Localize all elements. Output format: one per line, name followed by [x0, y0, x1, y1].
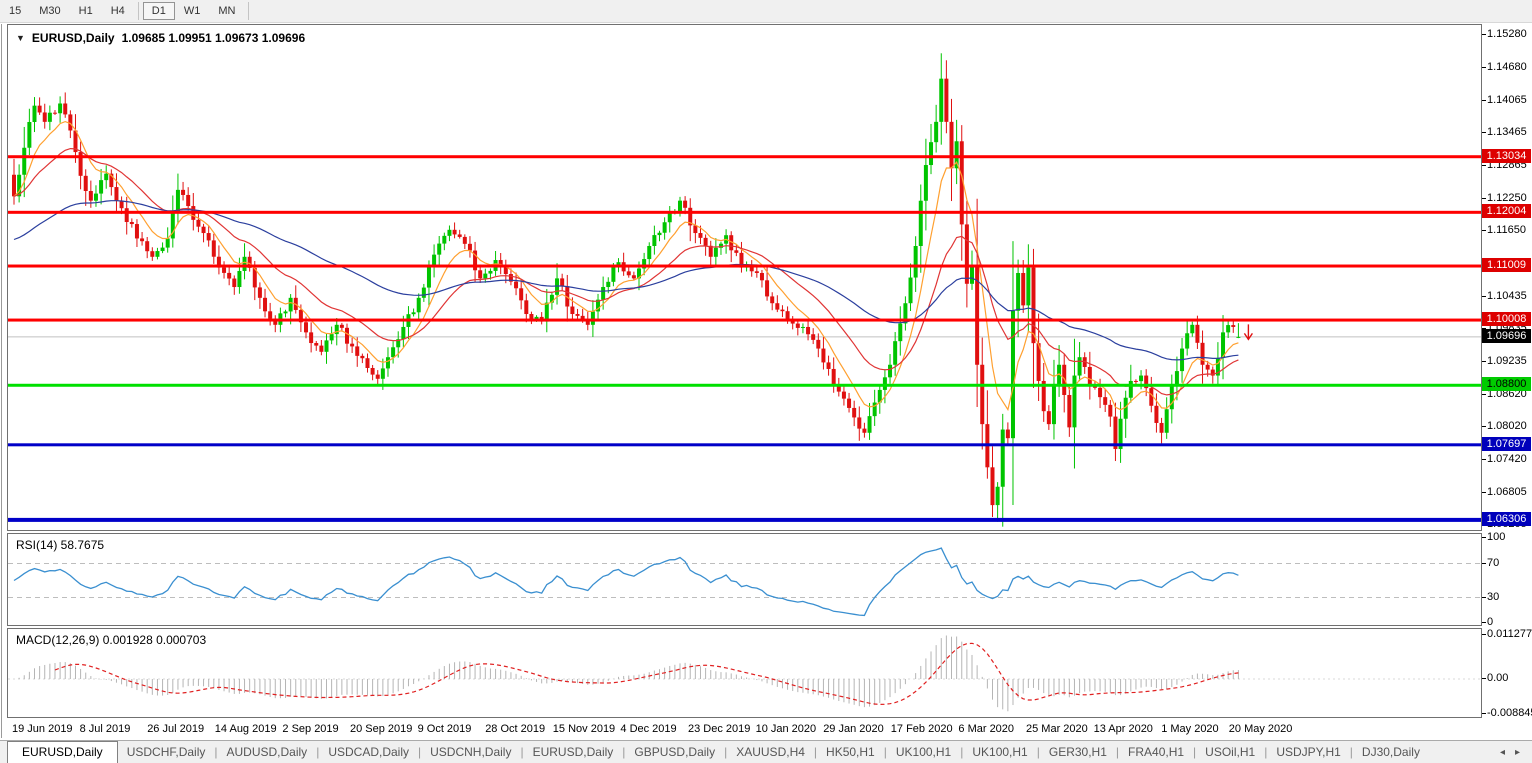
timeframe-M30[interactable]: M30 [30, 2, 69, 20]
timeframe-15[interactable]: 15 [0, 2, 30, 20]
date-label: 25 Mar 2020 [1026, 723, 1088, 735]
price-tick: 1.07420 [1487, 453, 1527, 465]
chart-symbol-label: EURUSD,Daily [32, 31, 115, 45]
tab-USDCAD-Daily-3[interactable]: USDCAD,Daily [319, 743, 418, 761]
price-tick: 1.15280 [1487, 28, 1527, 40]
date-label: 2 Sep 2019 [282, 723, 338, 735]
chart-title: ▼ EURUSD,Daily 1.09685 1.09951 1.09673 1… [16, 31, 305, 45]
date-label: 23 Dec 2019 [688, 723, 750, 735]
date-label: 10 Jan 2020 [756, 723, 817, 735]
price-chart-canvas[interactable] [8, 25, 1481, 530]
tab-USDCHF-Daily-1[interactable]: USDCHF,Daily [118, 743, 215, 761]
macd-tick: -0.008845 [1487, 707, 1532, 719]
rsi-line [14, 548, 1238, 615]
level-price-label: 1.13034 [1482, 149, 1531, 163]
tab-XAUUSD-H4-7[interactable]: XAUUSD,H4 [727, 743, 814, 761]
macd-label: MACD(12,26,9) 0.001928 0.000703 [16, 633, 206, 647]
ma-mid-line [14, 149, 1238, 395]
price-tick: 1.10435 [1487, 290, 1527, 302]
date-label: 4 Dec 2019 [620, 723, 676, 735]
date-label: 14 Aug 2019 [215, 723, 277, 735]
rsi-tick: 100 [1487, 531, 1505, 543]
price-axis: 1.152801.146801.140651.134651.128651.122… [1482, 0, 1532, 740]
macd-tick: 0.00 [1487, 672, 1508, 684]
date-axis: 19 Jun 2019 8 Jul 2019 26 Jul 2019 14 Aug 2… [7, 719, 1482, 739]
tab-scroll-arrows: ◂▸ [1500, 747, 1520, 758]
tab-UK100-H1-10[interactable]: UK100,H1 [963, 743, 1036, 761]
macd-signal-line [55, 643, 1238, 704]
timeframe-MN[interactable]: MN [209, 2, 244, 20]
level-price-label: 1.08800 [1482, 377, 1531, 391]
timeframe-D1[interactable]: D1 [143, 2, 175, 20]
rsi-panel[interactable]: RSI(14) 58.7675 [7, 533, 1482, 626]
date-label: 6 Mar 2020 [958, 723, 1014, 735]
macd-canvas[interactable] [8, 629, 1481, 717]
level-price-label: 1.11009 [1482, 258, 1531, 272]
level-lines [8, 155, 1481, 522]
rsi-canvas[interactable] [8, 534, 1481, 625]
date-label: 20 Sep 2019 [350, 723, 412, 735]
level-price-label: 1.12004 [1482, 204, 1531, 218]
current-price-label: 1.09696 [1482, 329, 1531, 343]
rsi-tick: 70 [1487, 557, 1499, 569]
window-left-border [1, 24, 2, 738]
date-label: 1 May 2020 [1161, 723, 1218, 735]
tab-HK50-H1-8[interactable]: HK50,H1 [817, 743, 884, 761]
price-tick: 1.14065 [1487, 94, 1527, 106]
price-tick: 1.06805 [1487, 486, 1527, 498]
level-price-label: 1.06306 [1482, 512, 1531, 526]
toolbar-separator [138, 2, 139, 20]
price-tick: 1.13465 [1487, 126, 1527, 138]
price-tick: 1.14680 [1487, 61, 1527, 73]
timeframe-H1[interactable]: H1 [70, 2, 102, 20]
tab-GBPUSD-Daily-6[interactable]: GBPUSD,Daily [625, 743, 724, 761]
timeframe-H4[interactable]: H4 [102, 2, 134, 20]
date-label: 19 Jun 2019 [12, 723, 73, 735]
timeframe-toolbar: 15M30H1H4 D1W1MN [0, 0, 1532, 23]
chart-tabs-bar: EURUSD,DailyUSDCHF,Daily|AUDUSD,Daily|US… [0, 740, 1532, 763]
date-label: 26 Jul 2019 [147, 723, 204, 735]
tab-USDJPY-H1-14[interactable]: USDJPY,H1 [1267, 743, 1349, 761]
tab-scroll-left-icon[interactable]: ◂ [1500, 747, 1505, 758]
tab-USDCNH-Daily-4[interactable]: USDCNH,Daily [421, 743, 520, 761]
rsi-label: RSI(14) 58.7675 [16, 538, 104, 552]
price-tick: 1.11650 [1487, 224, 1526, 236]
tab-EURUSD-Daily-0[interactable]: EURUSD,Daily [7, 741, 118, 763]
price-chart-panel[interactable]: ▼ EURUSD,Daily 1.09685 1.09951 1.09673 1… [7, 24, 1482, 531]
date-label: 20 May 2020 [1229, 723, 1293, 735]
date-label: 15 Nov 2019 [553, 723, 615, 735]
level-price-label: 1.10008 [1482, 312, 1531, 326]
chart-ohlc-values: 1.09685 1.09951 1.09673 1.09696 [122, 31, 306, 45]
rsi-tick: 0 [1487, 616, 1493, 628]
macd-panel[interactable]: MACD(12,26,9) 0.001928 0.000703 [7, 628, 1482, 718]
price-tick: 1.09235 [1487, 355, 1527, 367]
tab-UK100-H1-9[interactable]: UK100,H1 [887, 743, 960, 761]
toolbar-separator [248, 2, 249, 20]
timeframe-W1[interactable]: W1 [175, 2, 210, 20]
date-label: 8 Jul 2019 [80, 723, 131, 735]
level-price-label: 1.07697 [1482, 437, 1531, 451]
date-label: 9 Oct 2019 [418, 723, 472, 735]
tab-FRA40-H1-12[interactable]: FRA40,H1 [1119, 743, 1193, 761]
date-label: 13 Apr 2020 [1094, 723, 1153, 735]
date-label: 28 Oct 2019 [485, 723, 545, 735]
date-label: 29 Jan 2020 [823, 723, 884, 735]
price-tick: 1.12250 [1487, 192, 1527, 204]
tab-GER30-H1-11[interactable]: GER30,H1 [1040, 743, 1116, 761]
rsi-tick: 30 [1487, 591, 1499, 603]
tab-USOil-H1-13[interactable]: USOil,H1 [1196, 743, 1264, 761]
tab-EURUSD-Daily-5[interactable]: EURUSD,Daily [524, 743, 623, 761]
tab-DJ30-Daily-15[interactable]: DJ30,Daily [1353, 743, 1429, 761]
tab-AUDUSD-Daily-2[interactable]: AUDUSD,Daily [218, 743, 317, 761]
tab-scroll-right-icon[interactable]: ▸ [1515, 747, 1520, 758]
date-label: 17 Feb 2020 [891, 723, 953, 735]
macd-tick: 0.011277 [1487, 628, 1532, 640]
price-tick: 1.08020 [1487, 420, 1527, 432]
symbol-dropdown-icon[interactable]: ▼ [16, 33, 25, 43]
